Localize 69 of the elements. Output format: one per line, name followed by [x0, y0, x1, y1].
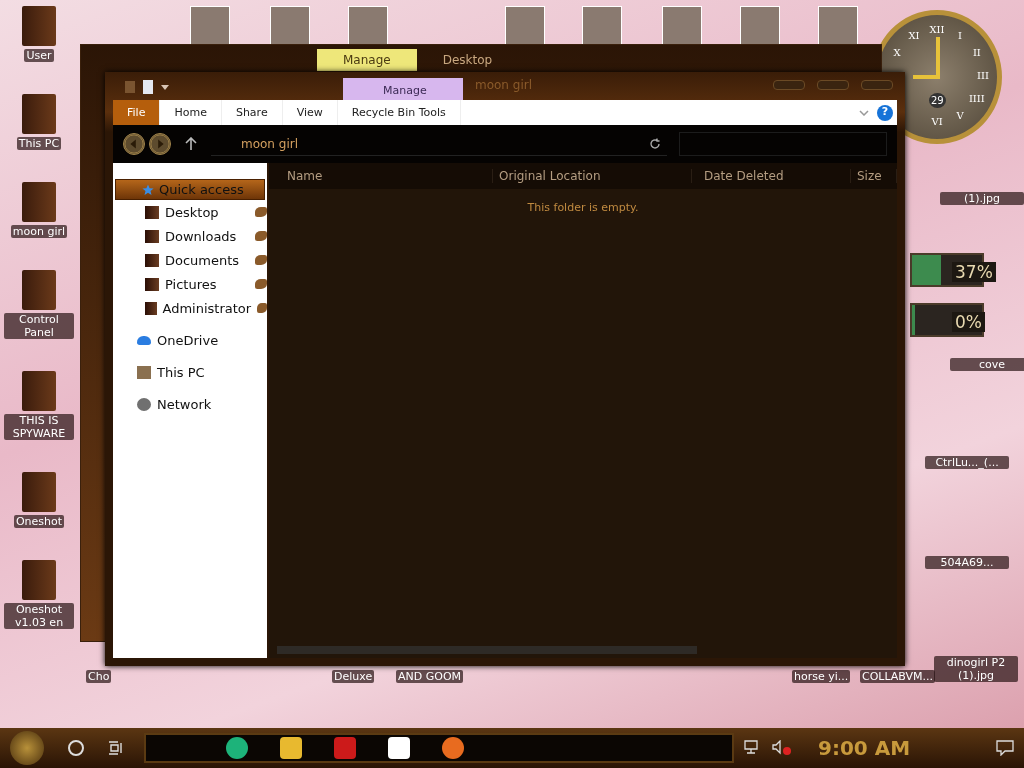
ribbon-tab[interactable]: Manage — [317, 49, 417, 71]
desktop-icon-label[interactable]: AND GOOM — [396, 670, 464, 683]
meter-reading: 0% — [952, 312, 985, 332]
ribbon-tab[interactable]: File — [113, 100, 161, 125]
desktop-icon-label[interactable]: This PC — [16, 137, 62, 150]
nav-item[interactable]: Documents — [165, 252, 240, 268]
caret-icon[interactable] — [161, 84, 169, 90]
nav-item[interactable]: OneDrive — [157, 332, 219, 348]
clock-numeral: X — [892, 47, 902, 58]
desktop-icon-label[interactable]: CtrlLu..._(... — [925, 456, 1009, 469]
nav-item[interactable]: Downloads — [165, 228, 237, 244]
column-header[interactable]: Name — [269, 169, 493, 183]
clock-numeral: XI — [907, 30, 921, 42]
empty-message: This folder is empty. — [527, 201, 639, 214]
nav-item[interactable]: Pictures — [165, 276, 217, 292]
desktop-icon-label[interactable]: Deluxe — [332, 670, 375, 683]
desktop-icon-label[interactable]: (1).jpg — [940, 192, 1024, 205]
column-header[interactable]: Original Location — [493, 169, 692, 183]
forward-button[interactable] — [149, 133, 171, 155]
speaker-muted-icon[interactable] — [772, 740, 792, 756]
desktop-icon-label[interactable]: cove — [950, 358, 1024, 371]
desktop-icon-label[interactable]: moon girl — [10, 225, 68, 238]
up-arrow-icon[interactable] — [185, 137, 197, 151]
context-tab[interactable]: Manage — [343, 78, 463, 100]
folder-icon — [145, 277, 159, 291]
desktop-icon-label[interactable]: dinogirl P2 (1).jpg — [934, 656, 1018, 682]
task-view-icon[interactable] — [108, 741, 124, 755]
start-button[interactable] — [10, 731, 44, 765]
nav-item[interactable]: Network — [157, 396, 212, 412]
desktop-icon-label[interactable]: Oneshot — [13, 515, 65, 528]
clock-numeral: I — [957, 30, 963, 42]
clock-numeral: IIII — [967, 93, 986, 104]
cloud-icon — [137, 335, 151, 345]
folder-icon — [145, 253, 159, 267]
search-field[interactable] — [679, 132, 887, 156]
desktop-icon-label[interactable]: COLLABVM... — [860, 670, 936, 683]
desktop-icon-label[interactable]: Control Panel — [4, 313, 74, 339]
clock-time[interactable]: 9:00 AM — [818, 736, 911, 760]
column-header[interactable]: Date Deleted — [692, 169, 851, 183]
folder-icon — [145, 229, 159, 243]
clock-numeral: III — [976, 70, 990, 81]
refresh-icon[interactable] — [649, 137, 661, 150]
desktop-icon-label[interactable]: Oneshot v1.03 en — [4, 603, 74, 629]
nav-item[interactable]: This PC — [157, 364, 205, 380]
star-icon — [142, 183, 154, 196]
clock-numeral: II — [971, 47, 982, 58]
nav-item[interactable]: Administrator — [162, 300, 252, 316]
folder-icon[interactable] — [280, 737, 302, 759]
meter-reading: 37% — [952, 262, 996, 282]
folder-icon — [145, 301, 157, 315]
back-button[interactable] — [123, 133, 145, 155]
help-button[interactable]: ? — [877, 104, 893, 121]
clock-numeral: V — [955, 109, 965, 121]
ribbon-tab[interactable]: Desktop — [416, 49, 519, 71]
scrollbar[interactable] — [277, 646, 697, 654]
desktop-icon-label[interactable]: User — [24, 49, 54, 62]
desktop-icon-label[interactable]: 504A69... — [925, 556, 1009, 569]
clock-numeral: XII — [928, 24, 946, 35]
window-title: moon girl — [474, 78, 533, 94]
desktop-icon-label[interactable]: THIS IS SPYWARE — [4, 414, 74, 440]
notification-icon[interactable] — [996, 740, 1014, 756]
clock-numeral: VI — [930, 116, 944, 127]
clock-date: 29 — [929, 93, 946, 108]
desktop-icon-label[interactable]: Cho — [86, 670, 112, 683]
nav-item[interactable]: Desktop — [165, 204, 219, 220]
column-header[interactable]: Size — [851, 169, 897, 183]
search-icon[interactable] — [68, 740, 84, 756]
desktop-icon-label[interactable]: horse yi... — [792, 670, 851, 683]
folder-icon — [145, 205, 159, 219]
